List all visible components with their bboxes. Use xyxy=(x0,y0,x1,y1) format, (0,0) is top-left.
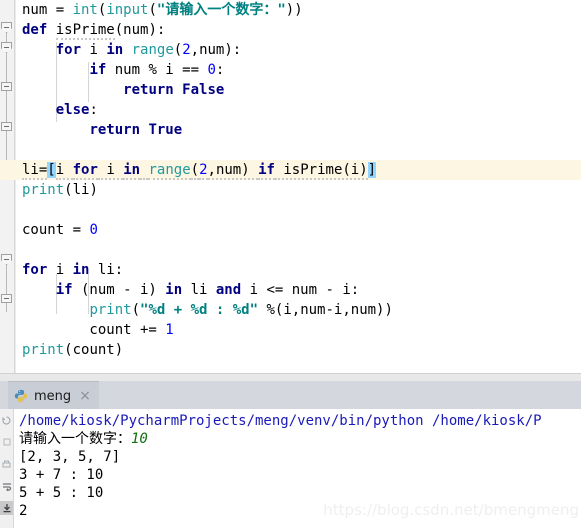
code-line-8[interactable] xyxy=(15,140,22,160)
fold-marker-if-end[interactable] xyxy=(1,82,12,91)
console-line-pair-2: 5 + 5 : 10 xyxy=(19,485,104,501)
editor-gutter[interactable] xyxy=(0,0,15,381)
fold-marker-if-end-2[interactable] xyxy=(1,294,12,303)
code-text-area[interactable]: num = int(input("请输入一个数字：")) def isPrime… xyxy=(0,0,581,381)
code-line-18[interactable]: print(count) xyxy=(15,340,123,360)
run-tab-label: meng xyxy=(34,388,72,404)
wrap-icon[interactable] xyxy=(0,479,13,493)
blog-watermark: https://blog.csdn.net/bmengmeng xyxy=(323,501,579,519)
console-line-command: /home/kiosk/PycharmProjects/meng/venv/bi… xyxy=(19,413,542,429)
code-line-13[interactable] xyxy=(15,240,22,260)
code-editor-pane[interactable]: num = int(input("请输入一个数字：")) def isPrime… xyxy=(0,0,581,381)
console-line-primes: [2, 3, 5, 7] xyxy=(19,449,121,465)
console-line-prompt: 请输入一个数字：10 xyxy=(19,430,148,448)
rerun-icon[interactable] xyxy=(0,413,13,427)
code-line-10[interactable]: print(li) xyxy=(15,180,98,200)
code-line-14[interactable]: for i in li: xyxy=(15,260,123,280)
user-input-value: 10 xyxy=(131,431,148,447)
code-line-11[interactable] xyxy=(15,200,22,220)
python-icon xyxy=(14,389,28,403)
console-line-pair-1: 3 + 7 : 10 xyxy=(19,467,104,483)
code-line-5[interactable]: return False xyxy=(15,80,224,100)
print-icon[interactable] xyxy=(0,457,13,471)
code-line-12[interactable]: count = 0 xyxy=(15,220,98,240)
code-line-4[interactable]: if num % i == 0: xyxy=(15,60,224,80)
code-line-7[interactable]: return True xyxy=(15,120,182,140)
code-line-16[interactable]: print("%d + %d : %d" %(i,num-i,num)) xyxy=(15,300,392,320)
console-line-count: 2 xyxy=(19,503,28,519)
console-output[interactable]: /home/kiosk/PycharmProjects/meng/venv/bi… xyxy=(14,409,581,528)
run-tool-window: meng × /home/kiosk/PycharmProjects/meng/… xyxy=(0,381,581,528)
code-line-15[interactable]: if (num - i) in li and i <= num - i: xyxy=(15,280,359,300)
scroll-end-icon[interactable] xyxy=(0,501,13,515)
prompt-text: 请输入一个数字： xyxy=(19,431,131,447)
pycharm-window: num = int(input("请输入一个数字：")) def isPrime… xyxy=(0,0,581,528)
fold-marker-for-li[interactable] xyxy=(1,254,12,265)
code-line-9-active[interactable]: li=[i for i in range(2,num) if isPrime(i… xyxy=(0,160,581,180)
run-tab-meng[interactable]: meng × xyxy=(8,381,99,410)
console-toolbar[interactable] xyxy=(0,409,14,528)
fold-marker-for-loop[interactable] xyxy=(1,42,12,53)
close-icon[interactable]: × xyxy=(77,389,91,403)
code-line-1[interactable]: num = int(input("请输入一个数字：")) xyxy=(15,0,303,20)
fold-marker-def-isprime[interactable] xyxy=(1,22,12,33)
run-tab-bar: meng × xyxy=(0,381,581,410)
code-line-17[interactable]: count += 1 xyxy=(15,320,173,340)
stop-icon[interactable] xyxy=(0,435,13,449)
code-line-3[interactable]: for i in range(2,num): xyxy=(15,40,242,60)
code-line-2[interactable]: def isPrime(num): xyxy=(15,20,165,40)
fold-marker-else-end[interactable] xyxy=(1,122,12,131)
code-line-6[interactable]: else: xyxy=(15,100,98,120)
